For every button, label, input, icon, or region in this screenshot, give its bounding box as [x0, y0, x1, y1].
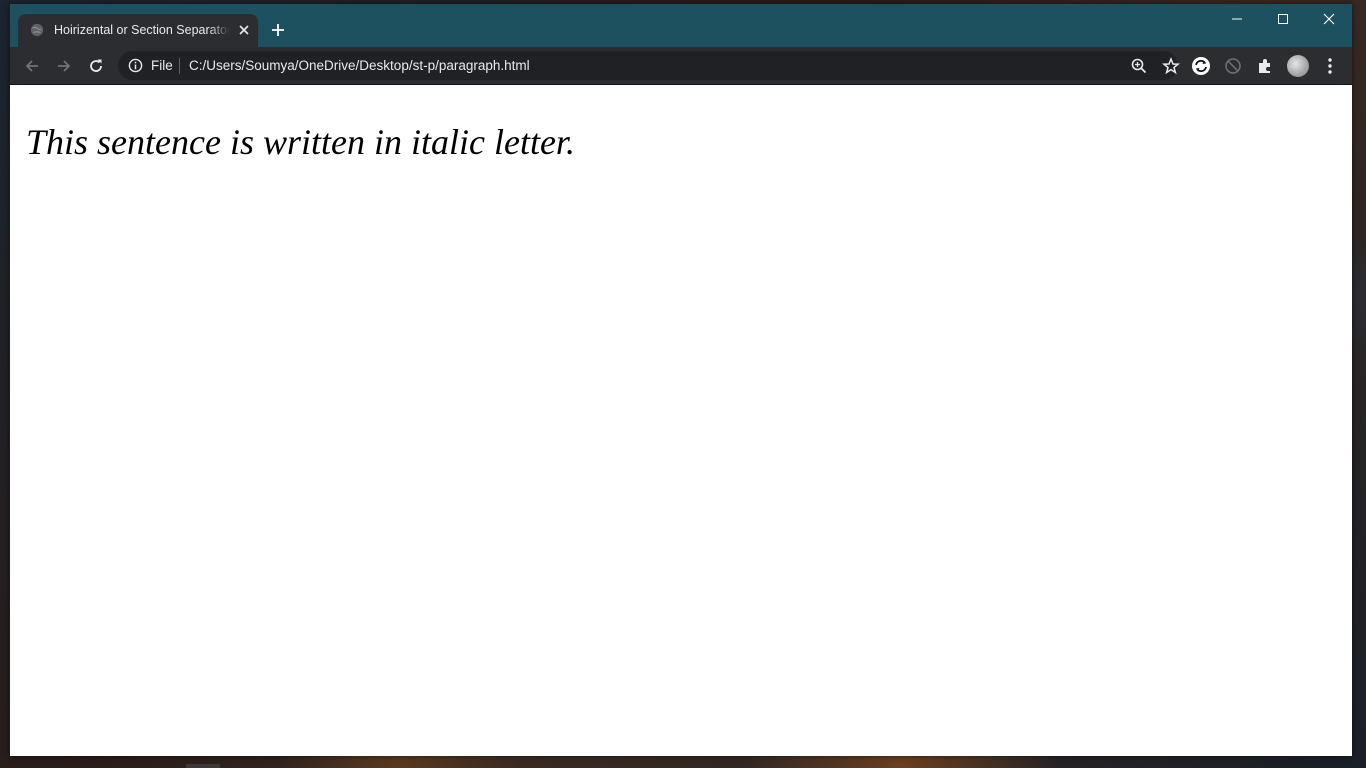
globe-icon: [30, 23, 44, 37]
disabled-extension-icon[interactable]: [1223, 56, 1243, 76]
tab-title: Hoirizental or Section Separator T: [54, 23, 230, 37]
italic-paragraph: This sentence is written in italic lette…: [26, 122, 575, 162]
star-icon[interactable]: [1162, 57, 1180, 75]
puzzle-icon[interactable]: [1255, 56, 1275, 76]
browser-window: Hoirizental or Section Separator T File …: [10, 4, 1352, 756]
reload-icon: [90, 59, 102, 72]
sync-extension-icon[interactable]: [1191, 56, 1211, 76]
tab-active[interactable]: Hoirizental or Section Separator T: [18, 14, 258, 47]
kebab-menu-icon[interactable]: [1320, 56, 1340, 76]
scheme-label: File: [151, 58, 173, 73]
avatar[interactable]: [1287, 55, 1309, 77]
url-text[interactable]: C:/Users/Soumya/OneDrive/Desktop/st-p/pa…: [189, 58, 530, 73]
minimize-button[interactable]: [1214, 4, 1260, 34]
page-content: This sentence is written in italic lette…: [10, 85, 1352, 756]
arrow-right-icon: [58, 60, 71, 72]
reload-button[interactable]: [85, 55, 107, 77]
maximize-icon: [1278, 14, 1288, 24]
browser-toolbar: File C:/Users/Soumya/OneDrive/Desktop/st…: [10, 47, 1352, 85]
address-bar[interactable]: File C:/Users/Soumya/OneDrive/Desktop/st…: [118, 51, 1180, 80]
close-window-button[interactable]: [1306, 4, 1352, 34]
new-tab-icon[interactable]: [268, 20, 288, 40]
maximize-button[interactable]: [1260, 4, 1306, 34]
back-button[interactable]: [21, 55, 43, 77]
forward-button[interactable]: [53, 55, 75, 77]
title-bar: Hoirizental or Section Separator T: [10, 4, 1352, 47]
info-icon[interactable]: [128, 58, 143, 73]
omnibox-divider: [179, 58, 180, 74]
tab-close-icon[interactable]: [236, 22, 252, 38]
arrow-left-icon: [25, 60, 38, 72]
taskbar-item[interactable]: [186, 764, 220, 768]
zoom-icon[interactable]: [1130, 57, 1148, 75]
minimize-icon: [1232, 18, 1242, 20]
close-icon: [1323, 13, 1335, 25]
